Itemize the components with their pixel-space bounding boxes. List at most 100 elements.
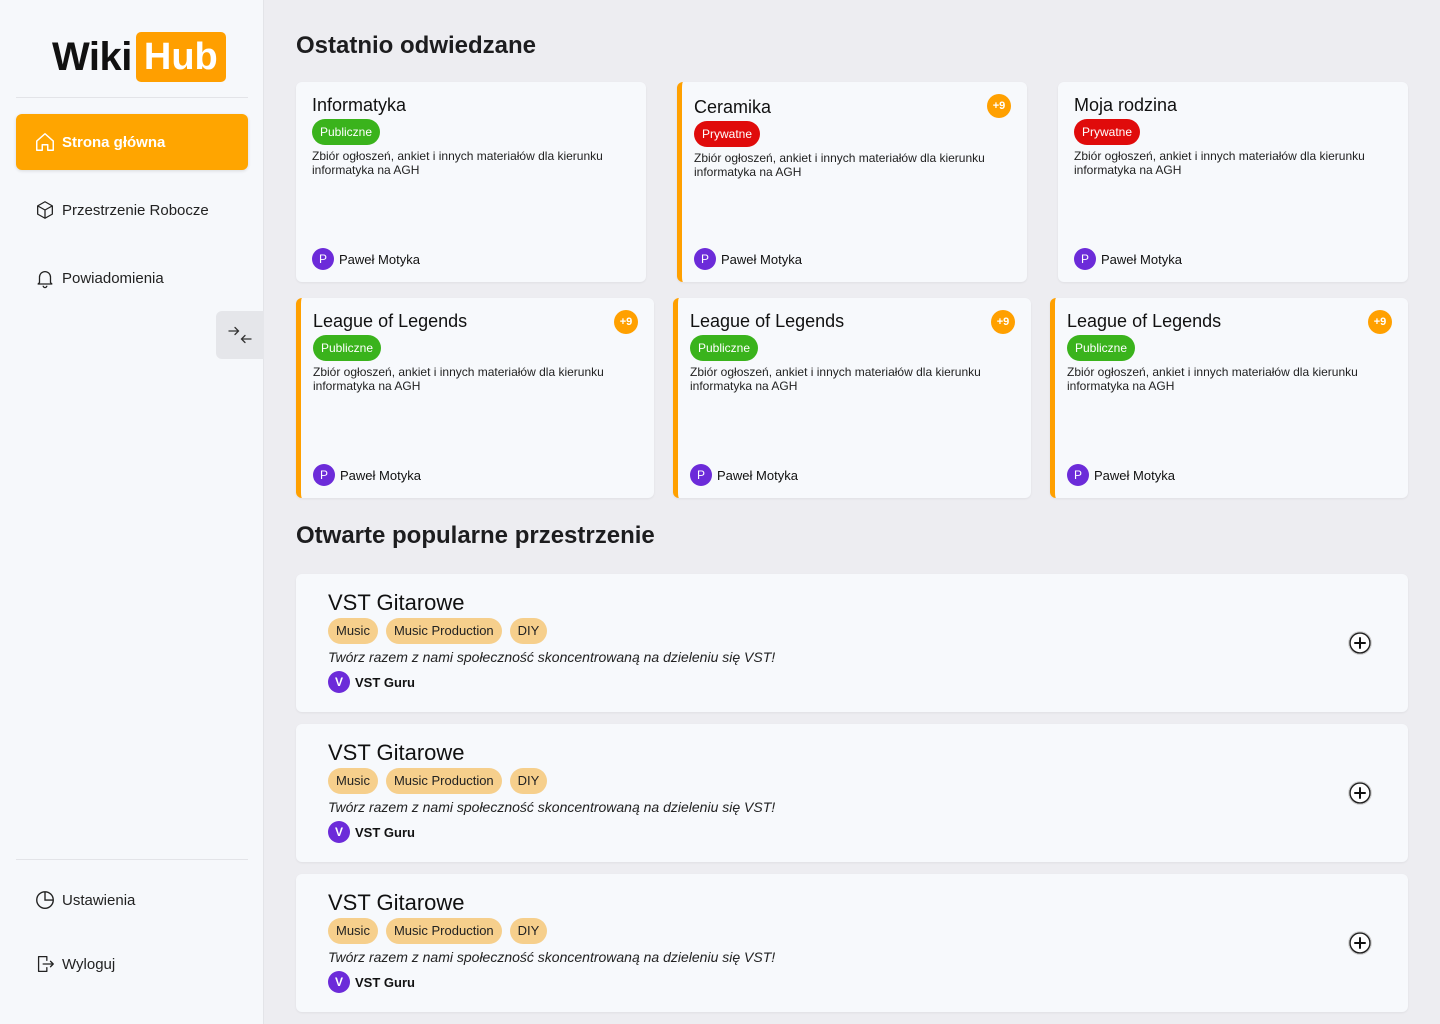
plus-circle-icon[interactable] <box>1348 781 1372 805</box>
nav-home[interactable]: Strona główna <box>16 114 248 170</box>
tag[interactable]: Music <box>328 918 378 944</box>
tag-list: Music Music Production DIY <box>328 618 1376 644</box>
visibility-badge: Prywatne <box>694 121 761 147</box>
nav-logout-label: Wyloguj <box>62 955 116 973</box>
recent-card[interactable]: Ceramika Prywatne Zbiór ogłoszeń, ankiet… <box>677 82 1027 282</box>
notification-count-badge: +9 <box>614 310 638 334</box>
avatar: V <box>328 671 350 693</box>
tag-list: Music Music Production DIY <box>328 768 1376 794</box>
popular-space-card[interactable]: VST Gitarowe Music Music Production DIY … <box>296 724 1408 862</box>
recent-card[interactable]: Informatyka Publiczne Zbiór ogłoszeń, an… <box>296 82 646 282</box>
recent-card[interactable]: Moja rodzina Prywatne Zbiór ogłoszeń, an… <box>1058 82 1408 282</box>
avatar: V <box>328 821 350 843</box>
card-title: Informatyka <box>312 95 407 115</box>
recent-card[interactable]: League of Legends Publiczne Zbiór ogłosz… <box>296 298 654 498</box>
tag[interactable]: Music Production <box>385 768 502 794</box>
tag[interactable]: Music Production <box>385 918 502 944</box>
visibility-badge: Publiczne <box>1067 335 1136 361</box>
card-title: League of Legends <box>690 311 845 331</box>
logo-hub: Hub <box>135 32 226 82</box>
space-description: Twórz razem z nami społeczność skoncentr… <box>328 949 776 965</box>
card-description: Zbiór ogłoszeń, ankiet i innych materiał… <box>694 151 985 179</box>
avatar: P <box>1067 464 1089 486</box>
space-author: V VST Guru <box>328 821 1376 843</box>
sidebar-divider-bottom <box>16 859 248 860</box>
collapse-sidebar-button[interactable] <box>216 311 264 359</box>
bell-icon <box>37 271 53 289</box>
notification-count-badge: +9 <box>1368 310 1392 334</box>
card-author: P Paweł Motyka <box>313 464 421 486</box>
author-name: Paweł Motyka <box>339 251 420 267</box>
logo[interactable]: Wiki Hub <box>52 32 226 82</box>
visibility-badge: Prywatne <box>1074 119 1141 145</box>
tag-list: Music Music Production DIY <box>328 918 1376 944</box>
card-author: P Paweł Motyka <box>1067 464 1175 486</box>
card-description: Zbiór ogłoszeń, ankiet i innych materiał… <box>313 365 604 393</box>
avatar: P <box>1074 248 1096 270</box>
space-author: V VST Guru <box>328 671 1376 693</box>
avatar: P <box>312 248 334 270</box>
nav-settings[interactable]: Ustawienia <box>16 872 248 928</box>
nav-logout[interactable]: Wyloguj <box>16 936 248 992</box>
card-author: P Paweł Motyka <box>312 248 420 270</box>
card-author: P Paweł Motyka <box>694 248 802 270</box>
recent-card[interactable]: League of Legends Publiczne Zbiór ogłosz… <box>673 298 1031 498</box>
author-name: VST Guru <box>355 824 415 840</box>
author-name: Paweł Motyka <box>1094 467 1175 483</box>
recent-card[interactable]: League of Legends Publiczne Zbiór ogłosz… <box>1050 298 1408 498</box>
avatar: P <box>690 464 712 486</box>
logo-wiki: Wiki <box>52 34 132 79</box>
plus-circle-icon[interactable] <box>1348 631 1372 655</box>
author-name: Paweł Motyka <box>721 251 802 267</box>
card-description: Zbiór ogłoszeń, ankiet i innych materiał… <box>690 365 981 393</box>
tag[interactable]: Music Production <box>385 618 502 644</box>
cube-icon <box>37 201 53 219</box>
nav-settings-label: Ustawienia <box>62 891 136 909</box>
card-description: Zbiór ogłoszeń, ankiet i innych materiał… <box>312 149 603 177</box>
card-title: League of Legends <box>313 311 468 331</box>
tag[interactable]: DIY <box>509 768 548 794</box>
space-description: Twórz razem z nami społeczność skoncentr… <box>328 799 776 815</box>
notification-count-badge: +9 <box>991 310 1015 334</box>
nav-workspaces[interactable]: Przestrzenie Robocze <box>16 182 248 238</box>
space-title: VST Gitarowe <box>328 890 465 915</box>
sidebar-divider-top <box>16 97 248 98</box>
tag[interactable]: Music <box>328 618 378 644</box>
sidebar: Wiki Hub Strona główna Przestrzenie Robo… <box>0 0 264 1024</box>
nav-notifications-label: Powiadomienia <box>62 269 164 287</box>
popular-space-card[interactable]: VST Gitarowe Music Music Production DIY … <box>296 574 1408 712</box>
card-title: Moja rodzina <box>1074 95 1178 115</box>
visibility-badge: Publiczne <box>690 335 759 361</box>
home-icon <box>36 133 54 151</box>
popular-space-card[interactable]: VST Gitarowe Music Music Production DIY … <box>296 874 1408 1012</box>
card-description: Zbiór ogłoszeń, ankiet i innych materiał… <box>1067 365 1358 393</box>
author-name: VST Guru <box>355 674 415 690</box>
popular-section-title: Otwarte popularne przestrzenie <box>296 522 655 549</box>
avatar: V <box>328 971 350 993</box>
author-name: Paweł Motyka <box>340 467 421 483</box>
main-content: Ostatnio odwiedzane Informatyka Publiczn… <box>296 0 1408 1024</box>
space-author: V VST Guru <box>328 971 1376 993</box>
space-title: VST Gitarowe <box>328 740 465 765</box>
space-description: Twórz razem z nami społeczność skoncentr… <box>328 649 776 665</box>
author-name: VST Guru <box>355 974 415 990</box>
tag[interactable]: DIY <box>509 618 548 644</box>
card-author: P Paweł Motyka <box>1074 248 1182 270</box>
card-description: Zbiór ogłoszeń, ankiet i innych materiał… <box>1074 149 1365 177</box>
card-title: League of Legends <box>1067 311 1222 331</box>
card-author: P Paweł Motyka <box>690 464 798 486</box>
visibility-badge: Publiczne <box>312 119 381 145</box>
nav-notifications[interactable]: Powiadomienia <box>16 250 248 306</box>
tag[interactable]: DIY <box>509 918 548 944</box>
logout-icon <box>37 956 54 972</box>
space-title: VST Gitarowe <box>328 590 465 615</box>
card-title: Ceramika <box>694 97 772 117</box>
collapse-arrows-icon <box>228 326 252 344</box>
notification-count-badge: +9 <box>987 94 1011 118</box>
nav-workspaces-label: Przestrzenie Robocze <box>62 201 209 219</box>
avatar: P <box>313 464 335 486</box>
plus-circle-icon[interactable] <box>1348 931 1372 955</box>
tag[interactable]: Music <box>328 768 378 794</box>
recent-section-title: Ostatnio odwiedzane <box>296 32 537 59</box>
author-name: Paweł Motyka <box>717 467 798 483</box>
